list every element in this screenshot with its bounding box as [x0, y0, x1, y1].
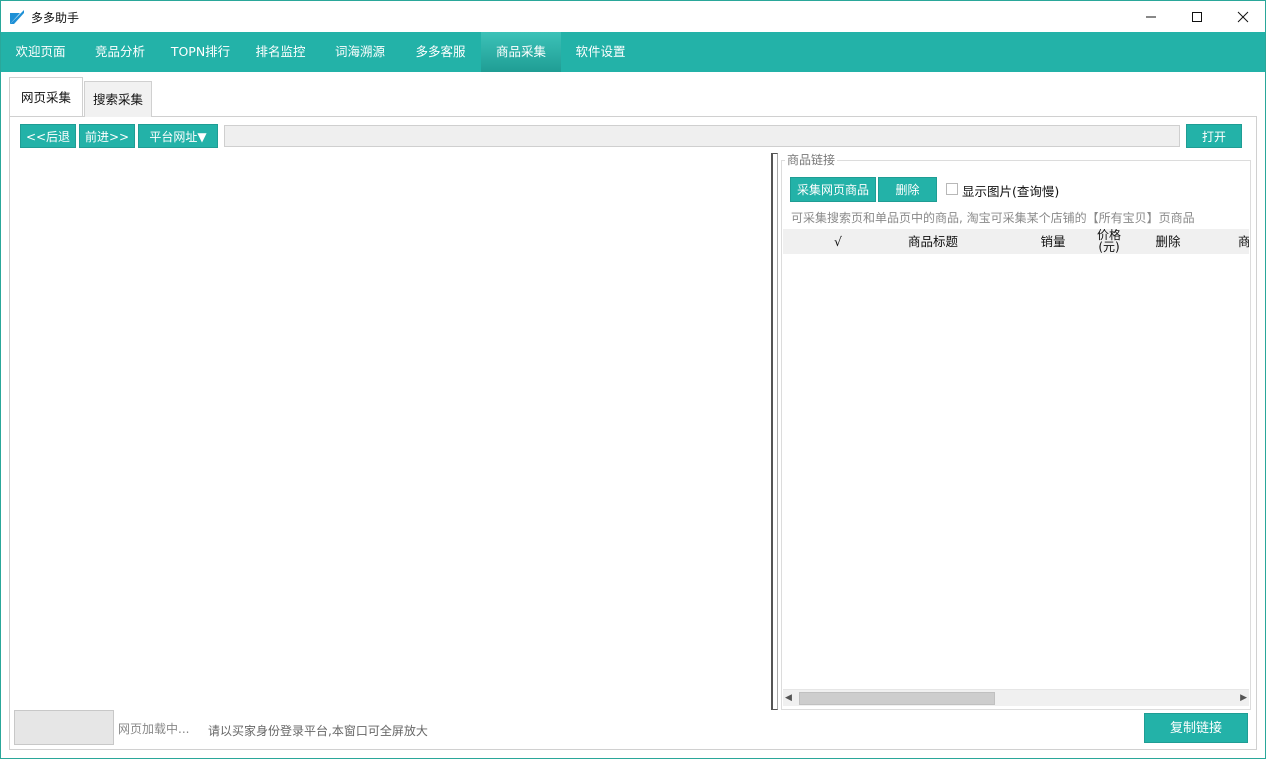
nav-item-competitor-analysis[interactable]: 竞品分析	[80, 32, 160, 72]
product-table-header: √ 商品标题 销量 价格(元) 删除 商	[783, 229, 1249, 254]
scrollbar-thumb[interactable]	[799, 692, 995, 705]
loading-status: 网页加载中...	[118, 722, 190, 736]
collect-hint: 可采集搜索页和单品页中的商品, 淘宝可采集某个店铺的【所有宝贝】页商品	[791, 211, 1195, 225]
login-hint: 请以买家身份登录平台,本窗口可全屏放大	[208, 724, 428, 738]
nav-item-settings[interactable]: 软件设置	[561, 32, 640, 72]
close-button[interactable]	[1220, 1, 1266, 32]
panel-splitter[interactable]	[771, 153, 778, 710]
progress-indicator	[14, 710, 114, 745]
column-header-sales[interactable]: 销量	[1033, 229, 1073, 254]
minimize-button[interactable]	[1128, 1, 1174, 32]
title-bar: 多多助手	[1, 1, 1265, 32]
column-header-more[interactable]: 商	[1238, 229, 1249, 254]
show-images-checkbox[interactable]	[946, 183, 958, 195]
scroll-left-icon[interactable]: ◀	[785, 693, 795, 703]
close-icon	[1237, 11, 1249, 22]
app-logo-icon	[10, 10, 24, 24]
show-images-label[interactable]: 显示图片(查询慢)	[962, 181, 1059, 200]
nav-item-welcome[interactable]: 欢迎页面	[1, 32, 80, 72]
column-header-delete[interactable]: 删除	[1148, 229, 1188, 254]
scroll-right-icon[interactable]: ▶	[1237, 693, 1247, 703]
back-button[interactable]: <<后退	[20, 124, 76, 148]
column-header-check[interactable]: √	[823, 229, 853, 254]
nav-item-customer-service[interactable]: 多多客服	[400, 32, 481, 72]
copy-links-button[interactable]: 复制链接	[1144, 713, 1248, 743]
window-title: 多多助手	[31, 11, 80, 25]
open-button[interactable]: 打开	[1186, 124, 1242, 148]
collect-products-button[interactable]: 采集网页商品	[790, 177, 876, 202]
nav-item-product-collect[interactable]: 商品采集	[481, 32, 561, 72]
column-header-title[interactable]: 商品标题	[893, 229, 973, 254]
column-header-price[interactable]: 价格(元)	[1096, 229, 1122, 254]
maximize-icon	[1192, 11, 1202, 22]
nav-item-topn-ranking[interactable]: TOPN排行	[160, 32, 241, 72]
delete-button[interactable]: 删除	[878, 177, 937, 202]
nav-item-keyword-source[interactable]: 词海溯源	[320, 32, 400, 72]
maximize-button[interactable]	[1174, 1, 1220, 32]
main-nav: 欢迎页面 竞品分析 TOPN排行 排名监控 词海溯源 多多客服 商品采集 软件设…	[1, 32, 1265, 72]
web-browser-view[interactable]	[14, 154, 770, 704]
tab-web-collect[interactable]: 网页采集	[9, 77, 83, 116]
platform-url-dropdown[interactable]: 平台网址▼	[138, 124, 218, 148]
url-input[interactable]	[224, 125, 1180, 147]
horizontal-scrollbar[interactable]: ◀ ▶	[783, 689, 1249, 706]
tab-search-collect[interactable]: 搜索采集	[84, 81, 152, 117]
product-links-title: 商品链接	[785, 151, 838, 168]
forward-button[interactable]: 前进>>	[79, 124, 135, 148]
minimize-icon	[1146, 16, 1156, 17]
nav-item-rank-monitor[interactable]: 排名监控	[241, 32, 320, 72]
